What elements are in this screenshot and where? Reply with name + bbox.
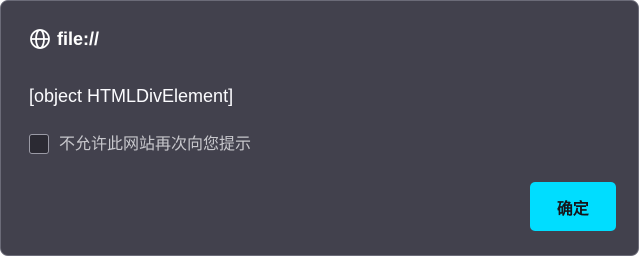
dialog-origin: file:// — [57, 29, 100, 49]
alert-dialog: file:// [object HTMLDivElement] 不允许此网站再次… — [0, 0, 639, 256]
dialog-message: [object HTMLDivElement] — [29, 86, 234, 106]
ok-button[interactable]: 确定 — [530, 182, 616, 231]
dont-allow-prompts-option[interactable]: 不允许此网站再次向您提示 — [29, 133, 251, 155]
dialog-header: file:// — [29, 28, 99, 50]
globe-icon — [29, 28, 51, 50]
dont-allow-prompts-checkbox[interactable] — [29, 134, 49, 154]
dont-allow-prompts-label: 不允许此网站再次向您提示 — [59, 134, 252, 153]
